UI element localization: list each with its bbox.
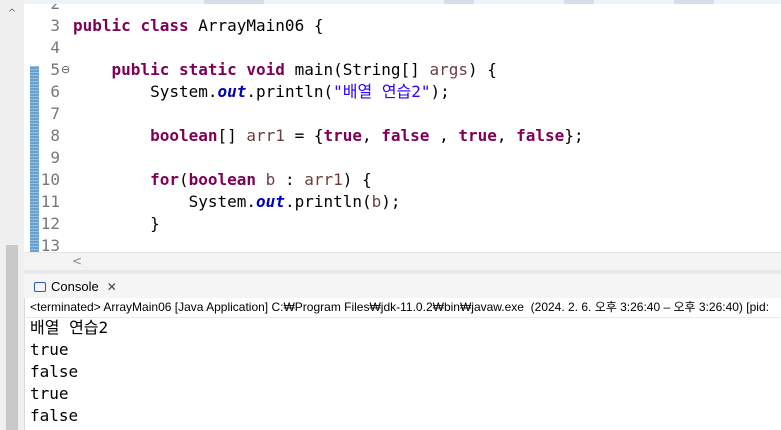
line-number: 10: [40, 170, 60, 189]
code-text: for(boolean b : arr1) {: [150, 170, 372, 189]
output-line: 배열 연습2: [30, 318, 109, 337]
output-line: true: [30, 340, 69, 359]
horizontal-scrollbar[interactable]: <: [24, 252, 781, 270]
output-line: false: [30, 406, 79, 425]
code-line[interactable]: 2: [24, 4, 781, 15]
console-icon: [34, 281, 46, 292]
console-view-header: Console ✕: [24, 274, 781, 298]
line-number: 11: [40, 192, 60, 211]
code-text: System.out.println("배열 연습2");: [73, 82, 450, 101]
line-number: 13: [40, 236, 60, 252]
line-number: 2: [24, 4, 60, 15]
line-number: 7: [50, 104, 60, 123]
code-line[interactable]: 10 for(boolean b : arr1) {: [24, 169, 781, 191]
code-text: System.out.println(b);: [73, 192, 401, 211]
code-line[interactable]: 4: [24, 37, 781, 59]
output-line: true: [30, 384, 69, 403]
console-output: 배열 연습2 true false true false: [30, 317, 108, 427]
line-number: 3: [50, 16, 60, 35]
code-text: }: [73, 214, 160, 233]
close-icon[interactable]: ✕: [107, 280, 117, 294]
console-status-line: <terminated> ArrayMain06 [Java Applicati…: [24, 298, 781, 318]
code-line[interactable]: 8 boolean[] arr1 = {true, false , true, …: [24, 125, 781, 147]
scroll-left-icon[interactable]: <: [72, 253, 82, 270]
line-number: 8: [50, 126, 60, 145]
scroll-up-icon[interactable]: ^: [6, 8, 18, 20]
code-text: boolean[] arr1 = {true, false , true, fa…: [150, 126, 584, 145]
line-number: 6: [50, 82, 60, 101]
line-number: 5: [50, 60, 60, 79]
code-line[interactable]: 12 }: [24, 213, 781, 235]
line-number: 9: [50, 148, 60, 167]
line-number: 4: [50, 38, 60, 57]
code-line[interactable]: 5 ⊖ public static void main(String[] args…: [24, 59, 781, 81]
console-tab-label: Console: [51, 279, 99, 294]
code-line[interactable]: 6 System.out.println("배열 연습2");: [24, 81, 781, 103]
scrollbar-thumb[interactable]: [6, 245, 18, 430]
code-line[interactable]: 13: [24, 235, 781, 252]
code-line[interactable]: 11 System.out.println(b);: [24, 191, 781, 213]
left-scroll-strip[interactable]: ^: [0, 0, 25, 430]
tab-console[interactable]: Console ✕: [30, 277, 121, 297]
code-line[interactable]: 9: [24, 147, 781, 169]
code-line[interactable]: 3 public class ArrayMain06 {: [24, 15, 781, 37]
fold-toggle-icon[interactable]: ⊖: [61, 59, 70, 81]
code-line[interactable]: 7: [24, 103, 781, 125]
code-text: public class ArrayMain06 {: [73, 16, 324, 35]
output-line: false: [30, 362, 79, 381]
line-number: 12: [40, 214, 60, 233]
code-editor[interactable]: 23 public class ArrayMain06 { 4 5⊖ public s…: [24, 4, 781, 252]
code-text: public static void main(String[] args) {: [111, 60, 497, 79]
